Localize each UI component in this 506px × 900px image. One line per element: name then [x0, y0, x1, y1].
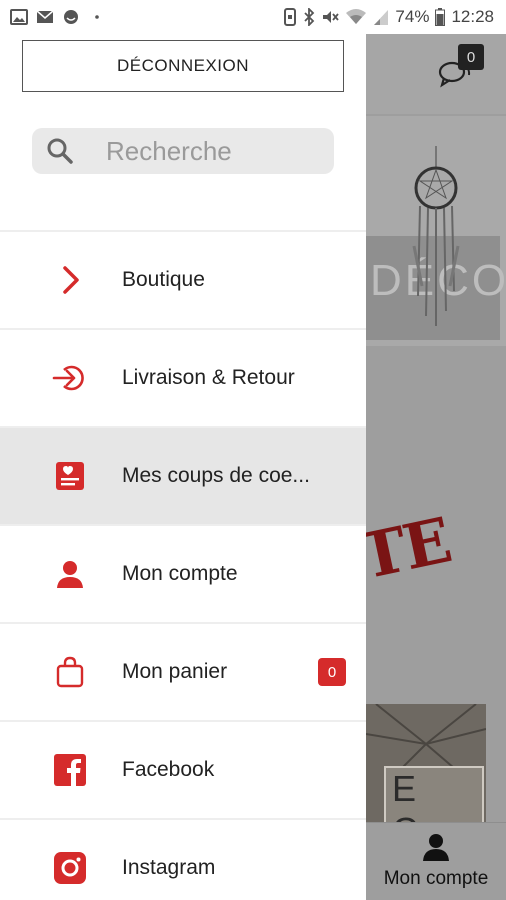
drawer-menu: Boutique Livraison & Retour Mes coups de… — [0, 230, 366, 900]
status-bar: 74% 12:28 — [0, 0, 506, 34]
status-right: 74% 12:28 — [283, 7, 494, 27]
menu-item-instagram[interactable]: Instagram — [0, 818, 366, 900]
shopping-bag-icon — [52, 654, 88, 690]
tab-label: Mon compte — [383, 868, 489, 889]
stamp-graphic: TE — [353, 504, 506, 604]
menu-item-label: Mon compte — [122, 562, 238, 585]
user-icon — [52, 556, 88, 592]
wifi-icon — [346, 9, 367, 24]
screen: 74% 12:28 0 DÉCO TE E Mon compte DÉCONNE… — [0, 0, 506, 900]
menu-item-facebook[interactable]: Facebook — [0, 720, 366, 818]
logout-button[interactable]: DÉCONNEXION — [22, 40, 344, 92]
chat-badge: 0 — [458, 44, 484, 70]
search-icon — [47, 138, 73, 164]
clock: 12:28 — [451, 7, 494, 26]
navigation-drawer: DÉCONNEXION Boutique — [0, 34, 366, 900]
background-app[interactable]: 0 DÉCO TE E C O — [353, 34, 506, 900]
user-icon — [423, 834, 449, 861]
star-lamp-image — [366, 704, 486, 775]
menu-item-label: Livraison & Retour — [122, 366, 295, 389]
battery-percent: 74% — [395, 7, 430, 26]
menu-item-livraison-retour[interactable]: Livraison & Retour — [0, 328, 366, 426]
app-header: 0 — [366, 34, 506, 114]
photo-letters: E C O — [392, 768, 431, 824]
facebook-icon — [52, 752, 88, 788]
mail-icon — [36, 10, 54, 23]
cart-count-badge: 0 — [318, 658, 346, 686]
signal-icon — [374, 10, 389, 25]
battery-icon — [435, 8, 446, 26]
dreamcatcher-image — [412, 146, 460, 326]
sign-in-icon — [52, 360, 88, 396]
dot-icon — [95, 15, 99, 19]
image-icon — [10, 9, 28, 25]
emoji-icon — [64, 10, 78, 24]
favorites-card-icon — [52, 458, 88, 494]
menu-item-mon-panier[interactable]: Mon panier 0 — [0, 622, 366, 720]
menu-item-label: Mon panier — [122, 660, 228, 683]
mute-icon — [323, 11, 340, 23]
menu-item-label: Mes coups de coe... — [122, 464, 310, 487]
promo-banner[interactable]: DÉCO — [366, 116, 506, 346]
product-photo[interactable]: E C O — [366, 704, 486, 824]
menu-item-label: Boutique — [122, 268, 205, 291]
vibrate-icon — [284, 8, 297, 26]
chevron-right-icon — [52, 262, 88, 298]
menu-item-mon-compte[interactable]: Mon compte — [0, 524, 366, 622]
tab-mon-compte[interactable]: Mon compte — [366, 822, 506, 900]
status-left-icons — [10, 9, 106, 25]
instagram-icon — [52, 850, 88, 886]
menu-item-label: Instagram — [122, 856, 216, 879]
menu-item-label: Facebook — [122, 758, 215, 781]
menu-item-boutique[interactable]: Boutique — [0, 230, 366, 328]
search-input[interactable] — [106, 135, 306, 167]
search-bar[interactable] — [32, 128, 334, 174]
bluetooth-icon — [304, 8, 315, 26]
stamp-text: TE — [353, 503, 457, 594]
menu-item-coups-de-coeur[interactable]: Mes coups de coe... — [0, 426, 366, 524]
